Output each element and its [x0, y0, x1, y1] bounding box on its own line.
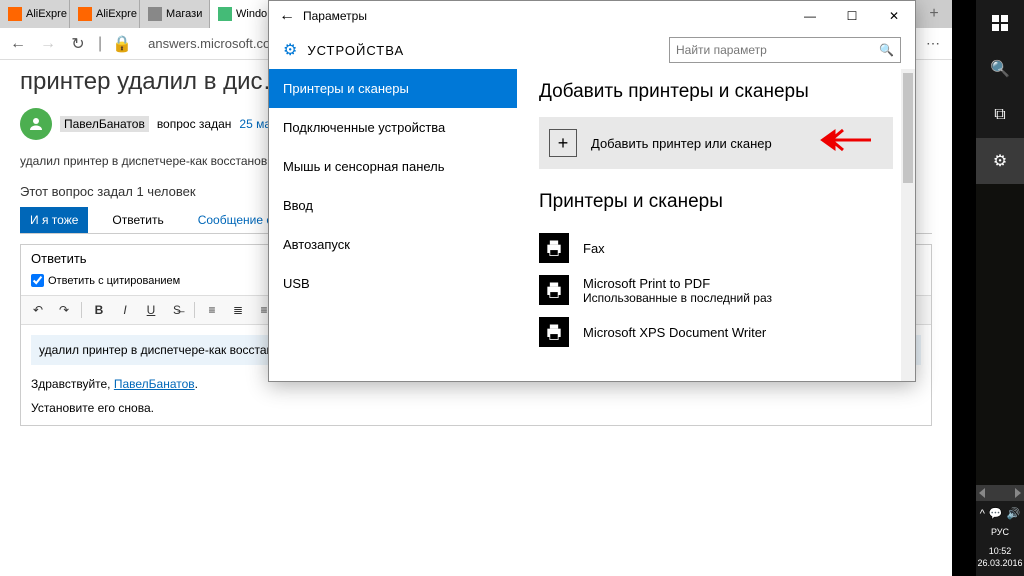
tray-time[interactable]: 10:52 — [976, 545, 1024, 558]
mention-link[interactable]: ПавелБанатов — [114, 377, 195, 391]
close-button[interactable]: ✕ — [873, 1, 915, 31]
sidebar-item-typing[interactable]: Ввод — [269, 186, 517, 225]
tray-volume-icon[interactable]: 🔊 — [1007, 507, 1021, 522]
settings-search[interactable]: Найти параметр 🔍 — [669, 37, 901, 63]
sidebar-item-usb[interactable]: USB — [269, 264, 517, 303]
taskview-button[interactable]: ⧉ — [976, 92, 1024, 138]
undo-button[interactable]: ↶ — [27, 300, 49, 320]
search-button[interactable]: 🔍 — [976, 46, 1024, 92]
lock-icon: 🔒 — [112, 34, 132, 54]
tray-lang[interactable]: РУС — [976, 526, 1024, 539]
start-button[interactable] — [976, 0, 1024, 46]
back-button[interactable]: ← — [8, 34, 28, 54]
search-icon: 🔍 — [879, 43, 894, 57]
system-tray[interactable]: ^ 💬 🔊 РУС 10:52 26.03.2016 — [976, 501, 1024, 576]
plus-icon: + — [549, 129, 577, 157]
sidebar-item-devices[interactable]: Подключенные устройства — [269, 108, 517, 147]
settings-title: Параметры — [303, 9, 789, 23]
settings-window: ← Параметры — ☐ ✕ ⚙ УСТРОЙСТВА Найти пар… — [268, 0, 916, 382]
add-printer-button[interactable]: + Добавить принтер или сканер — [539, 117, 893, 169]
printer-icon — [539, 233, 569, 263]
align-left-button[interactable]: ≡ — [201, 300, 223, 320]
printer-icon — [539, 275, 569, 305]
reply-tab[interactable]: Ответить — [102, 207, 173, 233]
quote-checkbox[interactable] — [31, 274, 44, 287]
taskbar: 🔍 ⧉ ⚙ ^ 💬 🔊 РУС 10:52 26.03.2016 — [976, 0, 1024, 576]
settings-taskbar-icon[interactable]: ⚙ — [976, 138, 1024, 184]
author-name[interactable]: ПавелБанатов — [60, 116, 149, 132]
italic-button[interactable]: I — [114, 300, 136, 320]
maximize-button[interactable]: ☐ — [831, 1, 873, 31]
me-too-button[interactable]: И я тоже — [20, 207, 88, 233]
avatar — [20, 108, 52, 140]
sidebar-item-mouse[interactable]: Мышь и сенсорная панель — [269, 147, 517, 186]
settings-scrollbar[interactable] — [901, 69, 915, 381]
gear-icon: ⚙ — [283, 40, 297, 60]
underline-button[interactable]: U — [140, 300, 162, 320]
tab-3[interactable]: Windo — [210, 0, 276, 28]
section-printers-title: Принтеры и сканеры — [539, 191, 893, 213]
align-center-button[interactable]: ≣ — [227, 300, 249, 320]
tray-up-icon[interactable]: ^ — [980, 507, 985, 522]
annotation-arrow — [813, 123, 873, 160]
settings-sidebar: Принтеры и сканеры Подключенные устройст… — [269, 69, 517, 381]
minimize-button[interactable]: — — [789, 1, 831, 31]
new-tab-button[interactable]: + — [920, 0, 948, 28]
bold-button[interactable]: B — [88, 300, 110, 320]
tray-date[interactable]: 26.03.2016 — [976, 557, 1024, 570]
quote-label: Ответить с цитированием — [48, 275, 180, 287]
settings-category: УСТРОЙСТВА — [307, 43, 659, 58]
forward-button: → — [38, 34, 58, 54]
tab-1[interactable]: AliExpre — [70, 0, 140, 28]
sidebar-item-autoplay[interactable]: Автозапуск — [269, 225, 517, 264]
section-add-title: Добавить принтеры и сканеры — [539, 81, 893, 103]
more-icon[interactable]: ⋯ — [922, 35, 944, 52]
settings-main: Добавить принтеры и сканеры + Добавить п… — [517, 69, 915, 381]
printer-xps[interactable]: Microsoft XPS Document Writer — [539, 311, 893, 353]
printer-fax[interactable]: Fax — [539, 227, 893, 269]
printer-pdf[interactable]: Microsoft Print to PDFИспользованные в п… — [539, 269, 893, 311]
asked-label: вопрос задан — [157, 117, 232, 131]
refresh-button[interactable]: ↻ — [68, 34, 88, 54]
tray-notif-icon[interactable]: 💬 — [989, 507, 1003, 522]
taskbar-scroll[interactable] — [976, 485, 1024, 501]
strike-button[interactable]: S̶ — [166, 300, 188, 320]
settings-back-button[interactable]: ← — [279, 7, 303, 25]
tab-0[interactable]: AliExpre — [0, 0, 70, 28]
tab-2[interactable]: Магази — [140, 0, 210, 28]
redo-button[interactable]: ↷ — [53, 300, 75, 320]
printer-icon — [539, 317, 569, 347]
advice-text: Установите его снова. — [31, 401, 921, 415]
sidebar-item-printers[interactable]: Принтеры и сканеры — [269, 69, 517, 108]
